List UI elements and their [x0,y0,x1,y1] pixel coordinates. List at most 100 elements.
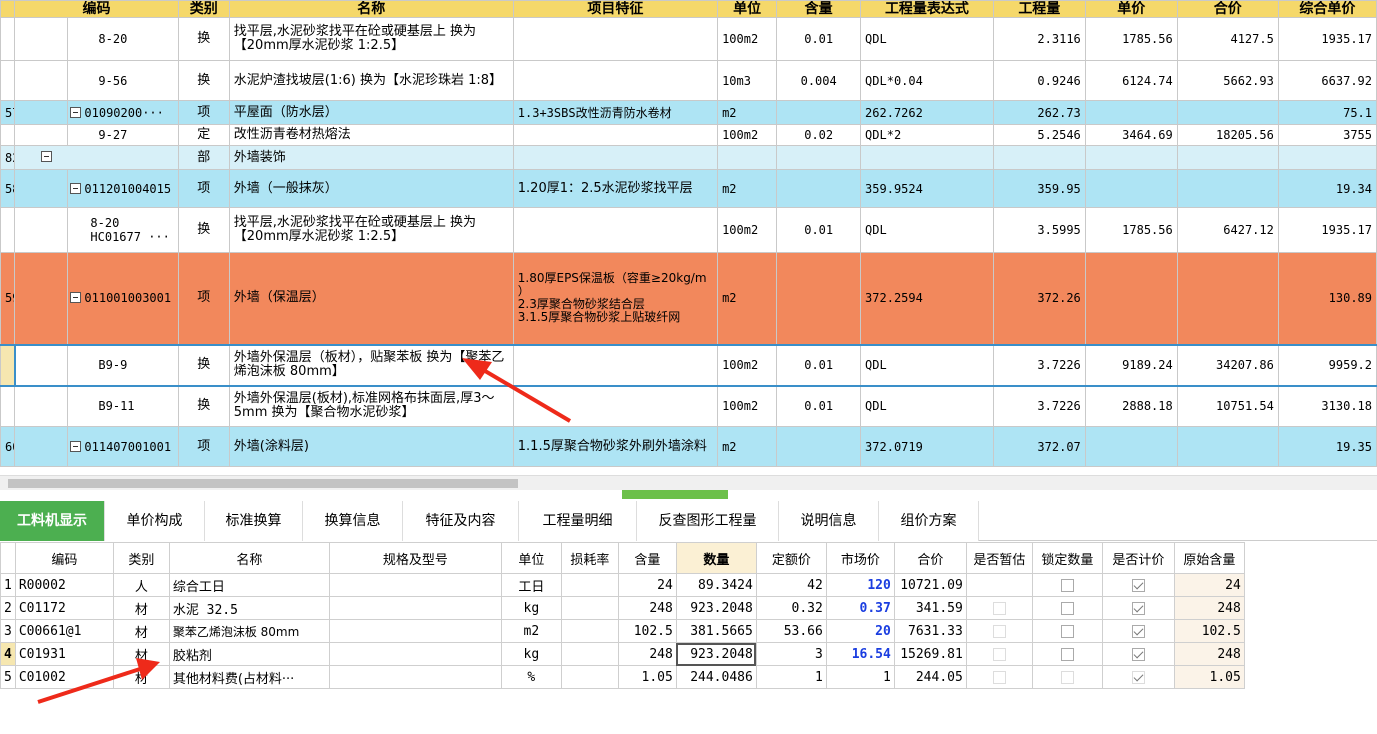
row-code[interactable]: 01090200··· [84,106,163,120]
provisional-checkbox[interactable] [992,670,1006,684]
priced-checkbox[interactable] [1131,670,1145,684]
row-name[interactable]: 外墙（保温层） [228,252,514,345]
table-row[interactable]: 58 011201004015 项 外墙（一般抹灰） 1.20厚1：2.5水泥砂… [0,169,1377,208]
row-name[interactable]: 平屋面（防水层） [228,100,514,125]
tab-features-content[interactable]: 特征及内容 [403,501,519,541]
tab-conversion-info[interactable]: 换算信息 [303,501,403,541]
header-type[interactable]: 类别 [177,0,230,18]
resource-header-row: 编码 类别 名称 规格及型号 单位 损耗率 含量 数量 定额价 市场价 合价 是… [0,542,1245,574]
provisional-checkbox[interactable] [992,647,1006,661]
row-name[interactable]: 外墙（一般抹灰） [228,169,514,208]
col-code[interactable]: 编码 [14,542,114,574]
row-name[interactable]: 外墙外保温层（板材），贴聚苯板 换为【聚苯乙烯泡沫板 80mm】 [228,343,514,387]
collapse-toggle-icon[interactable] [70,106,82,118]
scrollbar-thumb[interactable] [8,479,518,488]
row-code[interactable]: 9-27 [67,124,179,146]
resource-row[interactable]: 2 C01172 材 水泥 32.5 kg 248 923.2048 0.32 … [0,596,1245,620]
row-code[interactable]: B9-9 [67,343,179,387]
lock-qty-checkbox[interactable] [1060,670,1074,684]
header-feature[interactable]: 项目特征 [512,0,719,18]
priced-checkbox[interactable] [1131,624,1145,638]
table-row[interactable]: 59 011001003001 项 外墙（保温层） 1.80厚EPS保温板（容重… [0,252,1377,345]
table-row[interactable]: 9-56 换 水泥炉渣找坡层(1:6) 换为【水泥珍珠岩 1:8】 10m3 0… [0,60,1377,101]
col-type[interactable]: 类别 [112,542,170,574]
provisional-checkbox[interactable] [992,624,1006,638]
table-row-selected[interactable]: B9-9 换 外墙外保温层（板材），贴聚苯板 换为【聚苯乙烯泡沫板 80mm】 … [0,343,1377,387]
row-code[interactable]: 8-20 [67,17,179,61]
table-row[interactable]: B9-11 换 外墙外保温层(板材),标准网格布抹面层,厚3～5mm 换为【聚合… [0,385,1377,427]
col-qty[interactable]: 数量 [675,542,757,574]
row-code[interactable]: 9-56 [67,60,179,101]
header-unit[interactable]: 单位 [717,0,778,18]
col-orig-content[interactable]: 原始含量 [1173,542,1245,574]
lock-qty-checkbox[interactable] [1060,647,1074,661]
horizontal-scrollbar[interactable] [0,475,1377,490]
tab-pricing-plan[interactable]: 组价方案 [879,501,979,541]
col-market-price[interactable]: 市场价 [825,542,895,574]
table-row[interactable]: 82 部 外墙装饰 [0,145,1377,170]
lock-qty-checkbox[interactable] [1060,601,1074,615]
lock-qty-checkbox[interactable] [1060,578,1074,592]
row-name[interactable]: 找平层,水泥砂浆找平在砼或硬基层上 换为【20mm厚水泥砂浆 1:2.5】 [228,17,514,61]
priced-checkbox[interactable] [1131,601,1145,615]
col-priced[interactable]: 是否计价 [1101,542,1175,574]
row-name[interactable]: 改性沥青卷材热熔法 [228,124,514,146]
top-header-row: 编码 类别 名称 项目特征 单位 含量 工程量表达式 工程量 单价 合价 综合单… [0,0,1377,18]
table-row[interactable]: 9-27 定 改性沥青卷材热熔法 100m2 0.02 QDL*2 5.2546… [0,124,1377,146]
priced-checkbox[interactable] [1131,647,1145,661]
table-row[interactable]: 8-20 HC01677 ··· 换 找平层,水泥砂浆找平在砼或硬基层上 换为【… [0,207,1377,253]
row-code[interactable]: 8-20 HC01677 ··· [67,207,179,253]
row-code[interactable]: B9-11 [67,385,179,427]
row-name[interactable]: 外墙外保温层(板材),标准网格布抹面层,厚3～5mm 换为【聚合物水泥砂浆】 [228,385,514,427]
row-name[interactable]: 找平层,水泥砂浆找平在砼或硬基层上 换为【20mm厚水泥砂浆 1:2.5】 [228,207,514,253]
priced-checkbox[interactable] [1131,578,1145,592]
header-total[interactable]: 合价 [1176,0,1279,18]
resource-table: 编码 类别 名称 规格及型号 单位 损耗率 含量 数量 定额价 市场价 合价 是… [0,542,1245,689]
collapse-toggle-icon[interactable] [41,150,53,162]
col-spec[interactable]: 规格及型号 [328,542,502,574]
table-row[interactable]: 57 01090200··· 项 平屋面（防水层） 1.3+3SBS改性沥青防水… [0,100,1377,125]
col-unit[interactable]: 单位 [500,542,562,574]
header-code[interactable]: 编码 [14,0,179,18]
tab-reverse-graphic-quantity[interactable]: 反查图形工程量 [637,501,779,541]
table-row[interactable]: 8-20 换 找平层,水泥砂浆找平在砼或硬基层上 换为【20mm厚水泥砂浆 1:… [0,17,1377,61]
col-total[interactable]: 合价 [893,542,967,574]
header-qty[interactable]: 工程量 [992,0,1086,18]
tab-quantity-details[interactable]: 工程量明细 [519,501,637,541]
row-name[interactable]: 外墙(涂料层) [228,426,514,467]
tab-labor-material-machine[interactable]: 工料机显示 [0,501,105,541]
header-name[interactable]: 名称 [228,0,514,18]
qty-cell-focused[interactable]: 923.2048 [675,642,757,666]
header-price[interactable]: 单价 [1084,0,1178,18]
col-content[interactable]: 含量 [617,542,677,574]
header-expr[interactable]: 工程量表达式 [860,0,994,18]
detail-tabs: 工料机显示 单价构成 标准换算 换算信息 特征及内容 工程量明细 反查图形工程量… [0,501,1377,541]
row-code[interactable]: 011201004015 [84,182,171,196]
col-provisional[interactable]: 是否暂估 [965,542,1033,574]
quota-tree-table: 编码 类别 名称 项目特征 单位 含量 工程量表达式 工程量 单价 合价 综合单… [0,0,1377,475]
lock-qty-checkbox[interactable] [1060,624,1074,638]
col-lock-qty[interactable]: 锁定数量 [1031,542,1103,574]
provisional-checkbox[interactable] [992,601,1006,615]
resource-row[interactable]: 3 C00661@1 材 聚苯乙烯泡沫板 80mm m2 102.5 381.5… [0,619,1245,643]
resource-row[interactable]: 5 C01002 材 其他材料费(占材料··· % 1.05 244.0486 … [0,665,1245,689]
col-loss[interactable]: 损耗率 [560,542,619,574]
resource-row-current[interactable]: 4 C01931 材 胶粘剂 kg 248 923.2048 3 16.54 1… [0,642,1245,666]
collapse-toggle-icon[interactable] [70,440,82,452]
panel-splitter-handle[interactable] [622,490,728,499]
row-name[interactable]: 水泥炉渣找坡层(1:6) 换为【水泥珍珠岩 1:8】 [228,60,514,101]
tab-description[interactable]: 说明信息 [779,501,879,541]
row-code[interactable]: 011001003001 [84,291,171,305]
row-name[interactable]: 外墙装饰 [228,145,514,170]
col-name[interactable]: 名称 [168,542,330,574]
col-quota-price[interactable]: 定额价 [755,542,827,574]
header-unit-total[interactable]: 综合单价 [1277,0,1377,18]
collapse-toggle-icon[interactable] [70,292,82,304]
row-code[interactable]: 011407001001 [84,440,171,454]
table-row[interactable]: 60 011407001001 项 外墙(涂料层) 1.1.5厚聚合物砂浆外刷外… [0,426,1377,467]
tab-unit-price-composition[interactable]: 单价构成 [105,501,205,541]
header-content[interactable]: 含量 [776,0,862,18]
collapse-toggle-icon[interactable] [70,182,82,194]
resource-row[interactable]: 1 R00002 人 综合工日 工日 24 89.3424 42 120 107… [0,573,1245,597]
tab-standard-conversion[interactable]: 标准换算 [205,501,303,541]
